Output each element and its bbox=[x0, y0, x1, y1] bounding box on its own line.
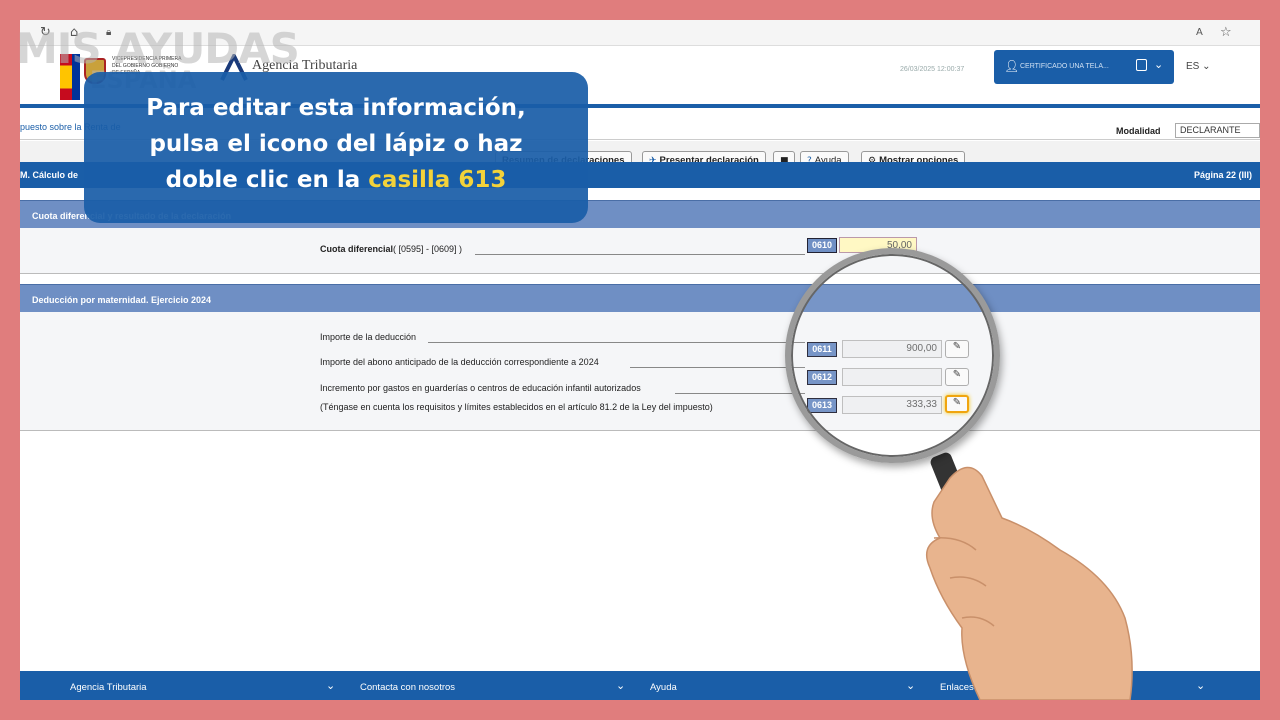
cuota-diferencial-section: Cuota diferencial( [0595] - [0609] ) 061… bbox=[20, 228, 1260, 274]
chevron-down-icon[interactable]: ⌄ bbox=[616, 679, 625, 692]
casilla-0613-label: Incremento por gastos en guarderías o ce… bbox=[320, 383, 641, 393]
callout-line-3: doble clic en la casilla 613 bbox=[84, 162, 588, 198]
certificate-user-label: CERTIFICADO UNA TELA... bbox=[1020, 63, 1109, 70]
callout-line-1: Para editar esta información, bbox=[146, 95, 526, 121]
hand-illustration bbox=[925, 466, 1133, 700]
leader-line bbox=[428, 342, 805, 343]
casilla-0612-label: Importe del abono anticipado de la deduc… bbox=[320, 357, 599, 367]
language-label: ES bbox=[1186, 61, 1200, 72]
cuota-label-bold: Cuota diferencial bbox=[320, 244, 394, 254]
footer-agencia-tributaria[interactable]: Agencia Tributaria bbox=[70, 682, 147, 693]
page-number: Página 22 (III) bbox=[1193, 170, 1252, 180]
deduccion-maternidad-section-header: Deducción por maternidad. Ejercicio 2024 bbox=[20, 284, 1260, 312]
chevron-down-icon: ⌄ bbox=[1202, 61, 1211, 72]
legal-note: (Téngase en cuenta los requisitos y lími… bbox=[320, 402, 713, 412]
leader-line bbox=[630, 367, 805, 368]
cuota-formula: ( [0595] - [0609] ) bbox=[393, 244, 463, 254]
chevron-down-icon[interactable]: ⌄ bbox=[1196, 679, 1205, 692]
leader-line bbox=[675, 393, 805, 394]
callout-highlight: casilla 613 bbox=[368, 167, 507, 193]
instruction-callout: Para editar esta información, pulsa el i… bbox=[84, 72, 588, 223]
chevron-down-icon[interactable]: ⌄ bbox=[326, 679, 335, 692]
certificate-icon bbox=[1136, 59, 1147, 71]
language-selector[interactable]: ES ⌄ bbox=[1186, 61, 1211, 72]
casilla-0611-label: Importe de la deducción bbox=[320, 332, 417, 342]
cuota-diferencial-label: Cuota diferencial( [0595] - [0609] ) bbox=[320, 244, 462, 254]
callout-line-2: pulsa el icono del lápiz o haz bbox=[149, 131, 523, 157]
deduccion-maternidad-section: Importe de la deducción 0611 900,00 ✎ Im… bbox=[20, 312, 1260, 431]
footer-contacta[interactable]: Contacta con nosotros bbox=[360, 682, 455, 693]
session-date: 26/03/2025 12:00:37 bbox=[900, 66, 965, 73]
chevron-down-icon: ⌄ bbox=[1154, 59, 1164, 71]
modalidad-select[interactable]: DECLARANTE bbox=[1175, 123, 1260, 138]
user-icon: 👤︎ bbox=[1004, 59, 1020, 73]
footer-ayuda[interactable]: Ayuda bbox=[650, 682, 677, 693]
modalidad-label: Modalidad bbox=[1116, 126, 1161, 136]
section-header-label: Deducción por maternidad. Ejercicio 2024 bbox=[32, 295, 212, 305]
section-title: M. Cálculo de bbox=[20, 170, 79, 180]
leader-line bbox=[475, 254, 805, 255]
certificate-user-button[interactable]: 👤︎ CERTIFICADO UNA TELA... ⌄ bbox=[994, 50, 1174, 84]
read-aloud-icon[interactable]: A bbox=[1196, 27, 1203, 38]
casilla-0610-code: 0610 bbox=[807, 238, 837, 253]
favorite-star-icon[interactable]: ☆ bbox=[1220, 25, 1232, 40]
magnifying-glass-icon bbox=[785, 248, 1000, 463]
callout-line-3-text: doble clic en la bbox=[165, 167, 369, 193]
